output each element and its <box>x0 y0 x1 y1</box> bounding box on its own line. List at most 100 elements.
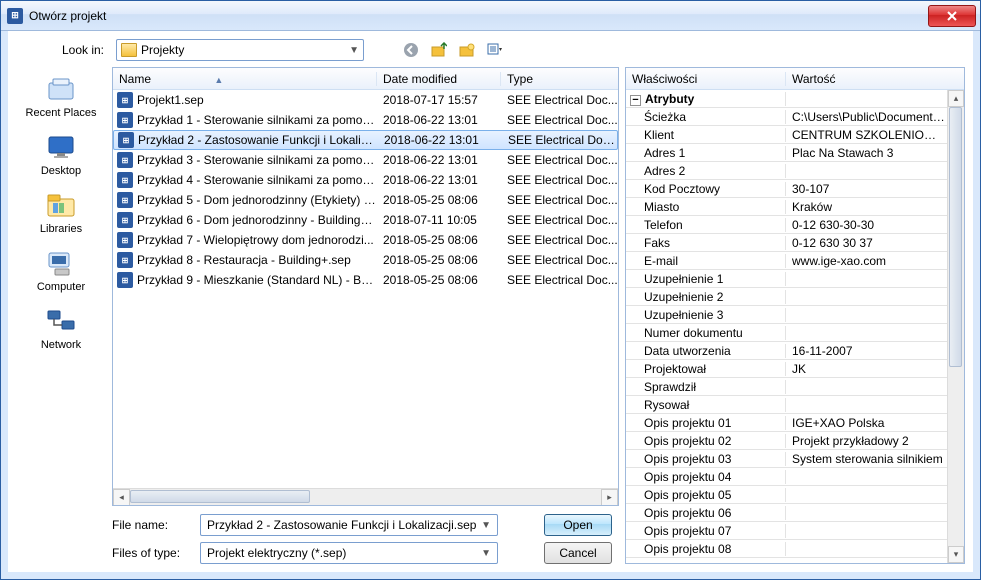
lookin-combo[interactable]: Projekty ▼ <box>116 39 364 61</box>
property-row[interactable]: Uzupełnienie 1 <box>626 270 947 288</box>
place-libraries[interactable]: Libraries <box>40 189 82 235</box>
property-row[interactable]: E-mailwww.ige-xao.com <box>626 252 947 270</box>
scroll-down-icon[interactable]: ▾ <box>948 546 964 563</box>
file-date: 2018-06-22 13:01 <box>377 173 501 187</box>
property-row[interactable]: Data utworzenia16-11-2007 <box>626 342 947 360</box>
property-row[interactable]: Faks0-12 630 30 37 <box>626 234 947 252</box>
property-row[interactable]: Numer dokumentu <box>626 324 947 342</box>
scroll-up-icon[interactable]: ▴ <box>948 90 964 107</box>
new-folder-button[interactable] <box>456 39 478 61</box>
collapse-icon[interactable]: − <box>630 95 641 106</box>
property-key: Opis projektu 07 <box>626 524 786 538</box>
close-button[interactable] <box>928 5 976 27</box>
property-row[interactable]: Opis projektu 01IGE+XAO Polska <box>626 414 947 432</box>
property-key: Uzupełnienie 1 <box>626 272 786 286</box>
up-one-level-button[interactable] <box>428 39 450 61</box>
file-name: Projekt1.sep <box>137 93 377 107</box>
file-date: 2018-06-22 13:01 <box>377 113 501 127</box>
file-row[interactable]: ⊞Przykład 2 - Zastosowanie Funkcji i Lok… <box>113 130 618 150</box>
file-row[interactable]: ⊞Przykład 8 - Restauracja - Building+.se… <box>113 250 618 270</box>
property-row[interactable]: Opis projektu 08 <box>626 540 947 558</box>
col-header-date[interactable]: Date modified <box>377 72 501 86</box>
property-row[interactable]: Opis projektu 07 <box>626 522 947 540</box>
property-row[interactable]: Adres 2 <box>626 162 947 180</box>
property-row[interactable]: Opis projektu 03System sterowania silnik… <box>626 450 947 468</box>
vscroll-track[interactable] <box>948 107 964 546</box>
property-key: Opis projektu 02 <box>626 434 786 448</box>
property-group[interactable]: −Atrybuty <box>626 90 947 108</box>
vertical-scrollbar[interactable]: ▴ ▾ <box>947 90 964 563</box>
chevron-down-icon: ▼ <box>477 548 491 559</box>
property-row[interactable]: Rysował <box>626 396 947 414</box>
col-header-type[interactable]: Type <box>501 72 618 86</box>
property-row[interactable]: Kod Pocztowy30-107 <box>626 180 947 198</box>
property-row[interactable]: Opis projektu 05 <box>626 486 947 504</box>
filetype-select[interactable]: Projekt elektryczny (*.sep) ▼ <box>200 542 498 564</box>
file-date: 2018-05-25 08:06 <box>377 193 501 207</box>
prop-header-value[interactable]: Wartość <box>786 72 964 86</box>
property-row[interactable]: MiastoKraków <box>626 198 947 216</box>
file-list: Name ▲ Date modified Type ⊞Projekt1.sep2… <box>112 67 619 506</box>
file-type: SEE Electrical Doc... <box>501 253 618 267</box>
place-recent[interactable]: Recent Places <box>26 73 97 119</box>
property-key: Rysował <box>626 398 786 412</box>
property-value: 30-107 <box>786 182 947 196</box>
scroll-left-icon[interactable]: ◂ <box>113 489 130 506</box>
prop-header-name[interactable]: Właściwości <box>626 72 786 86</box>
file-type: SEE Electrical Doc... <box>501 273 618 287</box>
property-row[interactable]: Uzupełnienie 2 <box>626 288 947 306</box>
horizontal-scrollbar[interactable]: ◂ ▸ <box>113 488 618 505</box>
file-date: 2018-06-22 13:01 <box>378 133 502 147</box>
property-row[interactable]: Sprawdził <box>626 378 947 396</box>
back-button[interactable] <box>400 39 422 61</box>
hscroll-track[interactable] <box>130 489 601 506</box>
col-header-name[interactable]: Name ▲ <box>113 72 377 86</box>
property-row[interactable]: Uzupełnienie 3 <box>626 306 947 324</box>
property-row[interactable]: Opis projektu 06 <box>626 504 947 522</box>
file-row[interactable]: ⊞Przykład 1 - Sterowanie silnikami za po… <box>113 110 618 130</box>
file-name: Przykład 9 - Mieszkanie (Standard NL) - … <box>137 273 377 287</box>
file-date: 2018-07-11 10:05 <box>377 213 501 227</box>
property-key: Opis projektu 06 <box>626 506 786 520</box>
file-row[interactable]: ⊞Projekt1.sep2018-07-17 15:57SEE Electri… <box>113 90 618 110</box>
property-value: C:\Users\Public\Documents\I... <box>786 110 947 124</box>
property-value: 16-11-2007 <box>786 344 947 358</box>
place-network[interactable]: Network <box>41 305 81 351</box>
file-row[interactable]: ⊞Przykład 6 - Dom jednorodzinny - Buildi… <box>113 210 618 230</box>
vscroll-thumb[interactable] <box>949 107 962 367</box>
folder-up-icon <box>431 42 447 58</box>
cancel-button[interactable]: Cancel <box>544 542 612 564</box>
property-row[interactable]: Telefon0-12 630-30-30 <box>626 216 947 234</box>
file-date: 2018-05-25 08:06 <box>377 273 501 287</box>
property-value: Projekt przykładowy 2 <box>786 434 947 448</box>
place-label: Desktop <box>41 165 81 177</box>
property-row[interactable]: Opis projektu 04 <box>626 468 947 486</box>
property-value: 0-12 630-30-30 <box>786 218 947 232</box>
place-computer[interactable]: Computer <box>37 247 85 293</box>
file-row[interactable]: ⊞Przykład 4 - Sterowanie silnikami za po… <box>113 170 618 190</box>
chevron-down-icon: ▼ <box>345 45 359 56</box>
property-row[interactable]: ProjektowałJK <box>626 360 947 378</box>
property-key: Adres 1 <box>626 146 786 160</box>
file-row[interactable]: ⊞Przykład 7 - Wielopiętrowy dom jednorod… <box>113 230 618 250</box>
property-row[interactable]: KlientCENTRUM SZKOLENIOWE IG... <box>626 126 947 144</box>
project-file-icon: ⊞ <box>117 172 133 188</box>
property-value: Kraków <box>786 200 947 214</box>
file-row[interactable]: ⊞Przykład 3 - Sterowanie silnikami za po… <box>113 150 618 170</box>
property-key: Faks <box>626 236 786 250</box>
open-button[interactable]: Open <box>544 514 612 536</box>
property-row[interactable]: Opis projektu 02Projekt przykładowy 2 <box>626 432 947 450</box>
computer-icon <box>45 247 77 279</box>
view-menu-button[interactable] <box>484 39 506 61</box>
file-name: Przykład 5 - Dom jednorodzinny (Etykiety… <box>137 193 377 207</box>
hscroll-thumb[interactable] <box>130 490 310 503</box>
filename-input[interactable]: Przykład 2 - Zastosowanie Funkcji i Loka… <box>200 514 498 536</box>
property-row[interactable]: ŚcieżkaC:\Users\Public\Documents\I... <box>626 108 947 126</box>
file-row[interactable]: ⊞Przykład 9 - Mieszkanie (Standard NL) -… <box>113 270 618 290</box>
file-date: 2018-07-17 15:57 <box>377 93 501 107</box>
file-row[interactable]: ⊞Przykład 5 - Dom jednorodzinny (Etykiet… <box>113 190 618 210</box>
scroll-right-icon[interactable]: ▸ <box>601 489 618 506</box>
property-row[interactable]: Adres 1Plac Na Stawach 3 <box>626 144 947 162</box>
place-desktop[interactable]: Desktop <box>41 131 81 177</box>
file-type: SEE Electrical Doc... <box>501 193 618 207</box>
